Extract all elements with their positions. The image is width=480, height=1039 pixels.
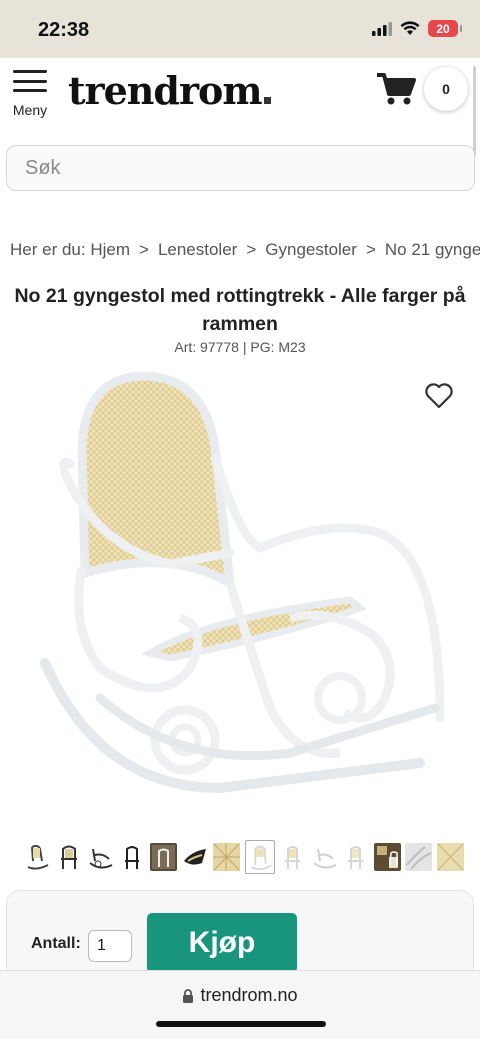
thumbnail-4[interactable] <box>118 843 146 871</box>
scrollbar <box>473 66 476 156</box>
url-field[interactable]: trendrom.no <box>0 985 480 1006</box>
thumbnail-9[interactable] <box>279 843 307 871</box>
cart-count-badge[interactable]: 0 <box>424 67 468 111</box>
thumbnail-2[interactable] <box>55 843 83 871</box>
status-icons: 20 <box>372 20 462 37</box>
logo-dot <box>263 97 271 104</box>
product-meta: Art: 97778 | PG: M23 <box>174 339 306 355</box>
thumbnail-5[interactable] <box>150 843 178 871</box>
browser-address-bar: trendrom.no <box>0 970 480 1039</box>
breadcrumb-prefix: Her er du: <box>10 240 86 259</box>
home-indicator[interactable] <box>156 1021 326 1027</box>
menu-label: Meny <box>12 102 48 118</box>
breadcrumb: Her er du: Hjem > Lenestoler > Gyngestoler > N… <box>10 240 480 260</box>
thumbnail-7[interactable] <box>213 843 241 871</box>
product-title: No 21 gyngestol med rottingtrekk - Alle … <box>14 285 466 335</box>
thumbnail-6[interactable] <box>181 843 209 871</box>
breadcrumb-separator: > <box>139 240 149 259</box>
thumbnail-14[interactable] <box>436 843 464 871</box>
favorite-heart-icon[interactable] <box>424 382 454 410</box>
thumbnail-10[interactable] <box>310 843 338 871</box>
quantity-label: Antall: <box>31 935 81 952</box>
search-input[interactable] <box>7 146 474 190</box>
breadcrumb-item-hjem[interactable]: Hjem <box>90 240 130 259</box>
site-header: Meny trendrom 0 <box>0 58 480 138</box>
site-logo[interactable]: trendrom <box>68 68 271 113</box>
thumbnail-12[interactable] <box>373 843 401 871</box>
breadcrumb-item-gyngestoler[interactable]: Gyngestoler <box>265 240 357 259</box>
logo-text: trendrom <box>68 68 263 113</box>
breadcrumb-item-lenestoler[interactable]: Lenestoler <box>158 240 237 259</box>
product-image[interactable] <box>40 368 445 813</box>
search-box[interactable] <box>6 145 475 191</box>
status-bar: 22:38 20 <box>0 0 480 58</box>
breadcrumb-separator: > <box>246 240 257 259</box>
menu-button[interactable]: Meny <box>10 68 50 123</box>
url-text: trendrom.no <box>200 985 298 1005</box>
buy-button[interactable]: Kjøp <box>147 913 297 973</box>
quantity-input[interactable] <box>88 930 132 962</box>
status-time: 22:38 <box>38 19 90 41</box>
thumbnail-8-active[interactable] <box>244 840 275 874</box>
thumbnail-strip <box>24 840 464 874</box>
breadcrumb-separator: > <box>365 240 376 259</box>
cellular-signal-icon <box>372 21 392 36</box>
shopping-cart-icon[interactable] <box>376 72 416 106</box>
breadcrumb-item-current: No 21 gyngestol <box>384 240 480 259</box>
hamburger-icon <box>13 70 47 92</box>
thumbnail-3[interactable] <box>87 843 115 871</box>
battery-indicator: 20 <box>428 20 462 37</box>
lock-icon <box>183 989 194 1004</box>
thumbnail-11[interactable] <box>342 843 370 871</box>
thumbnail-13[interactable] <box>405 843 433 871</box>
wifi-icon <box>400 21 420 35</box>
thumbnail-1[interactable] <box>24 843 51 871</box>
